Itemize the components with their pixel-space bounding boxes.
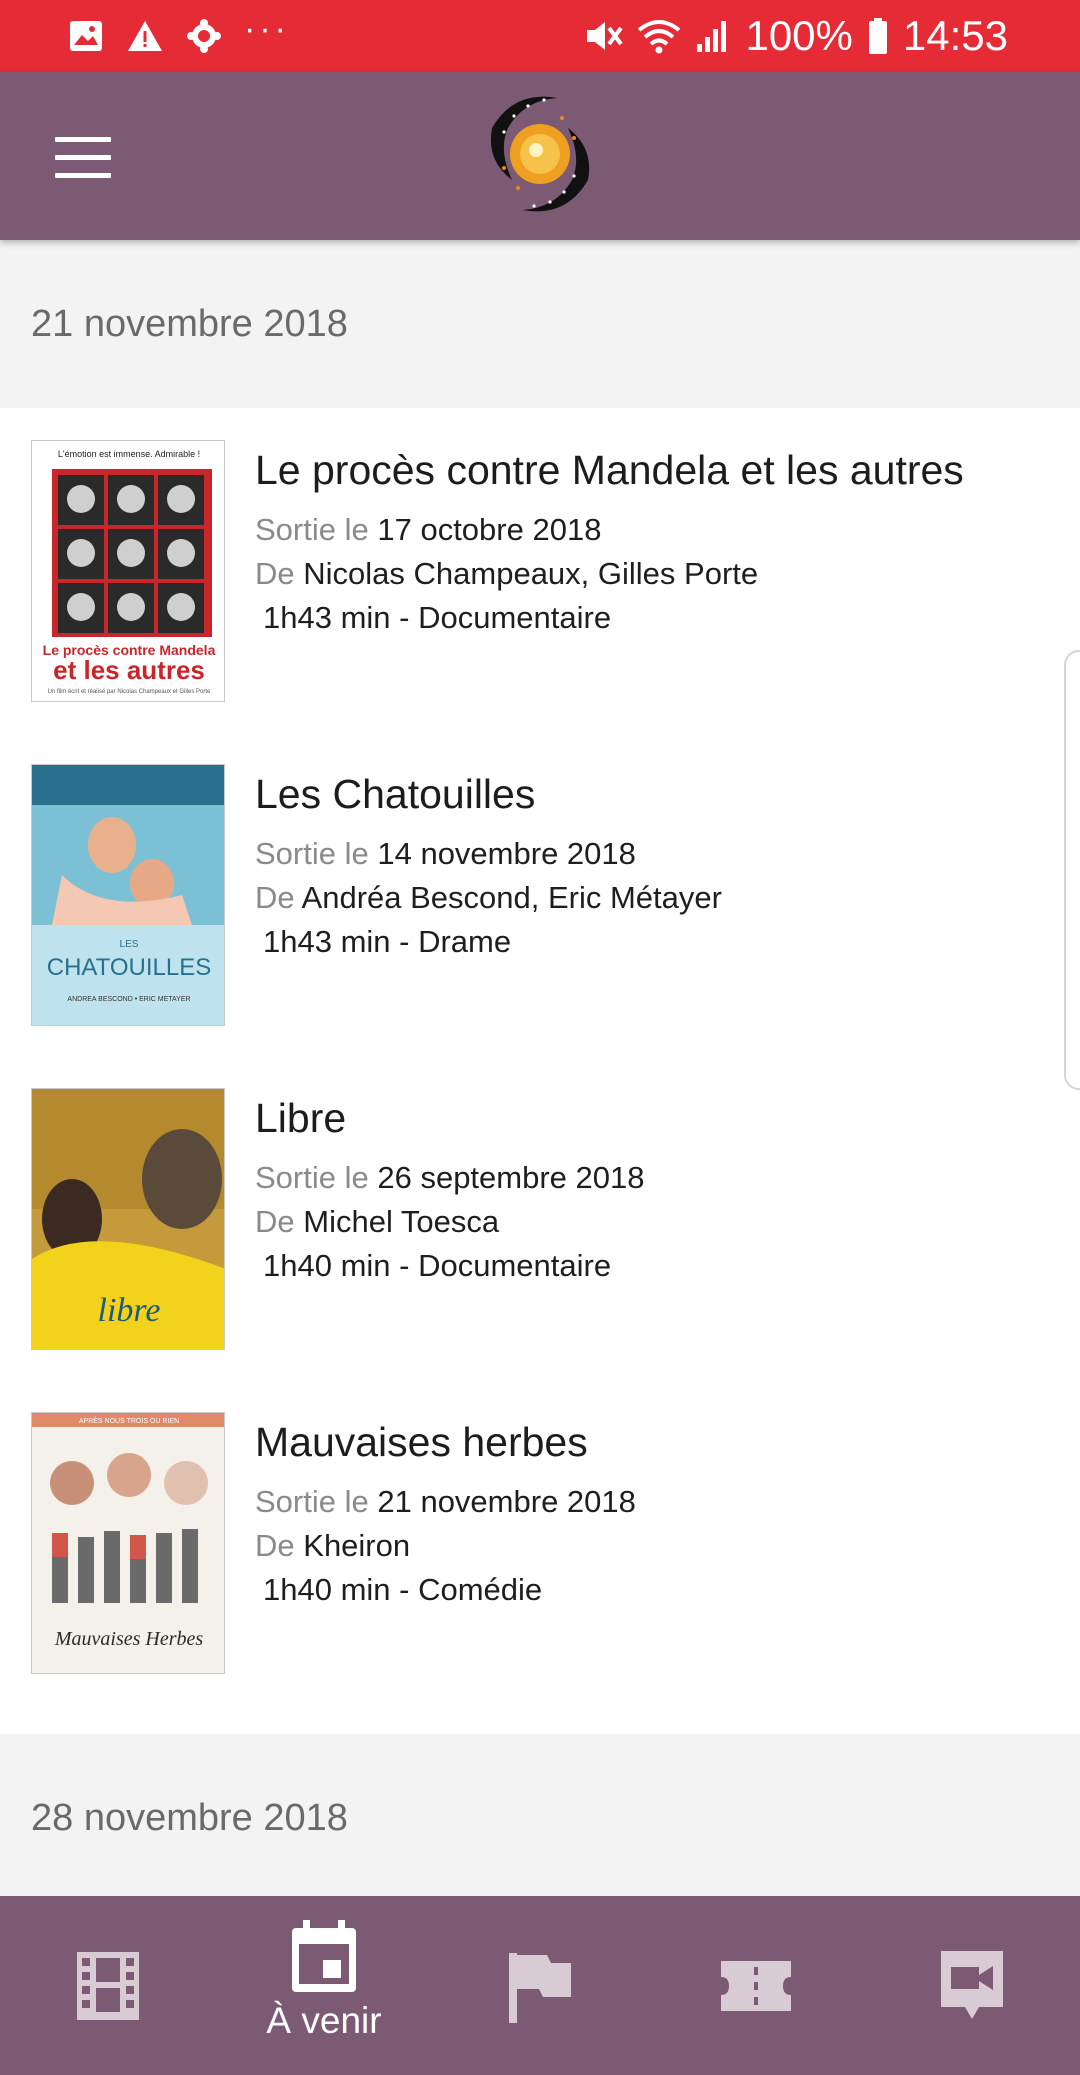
movie-duration-genre: 1h40 min - Comédie	[263, 1572, 543, 1607]
movie-item-mauvaises-herbes[interactable]: APRÈS NOUS TROIS OU RIEN Mauvaises Herbe…	[0, 1382, 1080, 1706]
directors-label: De	[255, 556, 295, 591]
menu-button[interactable]	[40, 122, 126, 192]
movie-list: L'émotion est immense. Admirable ! Le pr…	[0, 408, 1080, 1734]
app-bar	[0, 72, 1080, 240]
signal-icon	[695, 18, 731, 54]
movie-info: Mauvaises herbes Sortie le 21 novembre 2…	[255, 1416, 1060, 1612]
movie-info: Libre Sortie le 26 septembre 2018 De Mic…	[255, 1092, 1060, 1288]
release-date: 26 septembre 2018	[377, 1160, 645, 1195]
movie-item-mandela[interactable]: L'émotion est immense. Admirable ! Le pr…	[0, 410, 1080, 734]
date-header: 21 novembre 2018	[0, 240, 1080, 408]
warning-icon	[126, 19, 164, 53]
poster-credit: ANDREA BESCOND • ERIC METAYER	[67, 996, 190, 1003]
poster-title: libre	[98, 1292, 161, 1329]
scroll-handle[interactable]	[1064, 650, 1080, 1090]
movie-title: Libre	[255, 1095, 347, 1141]
release-label: Sortie le	[255, 836, 369, 871]
release-label: Sortie le	[255, 512, 369, 547]
movie-title: Le procès contre Mandela et les autres	[255, 447, 964, 493]
image-notification-icon	[68, 19, 104, 53]
nav-upcoming[interactable]: À venir	[216, 1886, 432, 2075]
directors: Michel Toesca	[303, 1204, 500, 1239]
movie-title: Mauvaises herbes	[255, 1419, 588, 1465]
section-date: 28 novembre 2018	[31, 1796, 348, 1839]
cinema-logo	[474, 88, 606, 220]
movie-poster: L'émotion est immense. Admirable ! Le pr…	[31, 440, 225, 702]
status-bar: ··· 100% 14:53	[0, 0, 1080, 72]
poster-tagline: APRÈS NOUS TROIS OU RIEN	[79, 1416, 179, 1425]
poster-title: Mauvaises Herbes	[54, 1628, 204, 1650]
movie-item-chatouilles[interactable]: LES CHATOUILLES ANDREA BESCOND • ERIC ME…	[0, 734, 1080, 1058]
flag-icon	[509, 1952, 571, 2023]
battery-percent: 100%	[745, 12, 853, 59]
movie-poster: LES CHATOUILLES ANDREA BESCOND • ERIC ME…	[31, 764, 225, 1026]
movie-release: Sortie le 26 septembre 2018	[255, 1156, 1060, 1200]
movie-item-libre[interactable]: libre Libre Sortie le 26 septembre 2018 …	[0, 1058, 1080, 1382]
calendar-icon	[292, 1919, 356, 1992]
movie-release: Sortie le 21 novembre 2018	[255, 1480, 1060, 1524]
directors: Andréa Bescond, Eric Métayer	[301, 880, 722, 915]
nav-films[interactable]	[0, 1896, 216, 2075]
nav-upcoming-label: À venir	[266, 1999, 382, 2041]
poster-title-line2: et les autres	[53, 655, 205, 685]
release-label: Sortie le	[255, 1484, 369, 1519]
poster-credit: Un film écrit et réalisé par Nicolas Cha…	[48, 689, 211, 695]
mute-icon	[583, 18, 624, 54]
movie-release: Sortie le 17 octobre 2018	[255, 508, 1060, 552]
movie-title: Les Chatouilles	[255, 771, 536, 817]
movie-duration-genre: 1h43 min - Documentaire	[263, 600, 612, 635]
movie-directors: De Nicolas Champeaux, Gilles Porte	[255, 552, 1060, 596]
release-date: 17 octobre 2018	[377, 512, 602, 547]
poster-title-line2: CHATOUILLES	[47, 954, 212, 981]
more-notifications-icon: ···	[244, 10, 290, 48]
clock: 14:53	[902, 12, 1008, 59]
directors: Kheiron	[303, 1528, 411, 1563]
nav-tickets[interactable]	[648, 1896, 864, 2075]
movie-poster: libre	[31, 1088, 225, 1350]
settings-notification-icon	[186, 18, 222, 54]
movie-duration-genre: 1h40 min - Documentaire	[263, 1248, 612, 1283]
date-header: 28 novembre 2018	[0, 1734, 1080, 1896]
video-chat-icon	[941, 1950, 1003, 2019]
movie-directors: De Michel Toesca	[255, 1200, 1060, 1244]
nav-events[interactable]	[432, 1896, 648, 2075]
bottom-nav: À venir	[0, 1896, 1080, 2075]
section-date: 21 novembre 2018	[31, 302, 348, 345]
release-date: 14 novembre 2018	[377, 836, 636, 871]
wifi-icon	[637, 18, 681, 54]
ticket-icon	[721, 1960, 791, 2011]
release-label: Sortie le	[255, 1160, 369, 1195]
directors-label: De	[255, 1204, 295, 1239]
nav-videos[interactable]	[864, 1896, 1080, 2075]
movie-release: Sortie le 14 novembre 2018	[255, 832, 1060, 876]
movie-info: Le procès contre Mandela et les autres S…	[255, 444, 1060, 640]
movie-duration-genre: 1h43 min - Drame	[263, 924, 512, 959]
directors-label: De	[255, 880, 295, 915]
movie-directors: De Andréa Bescond, Eric Métayer	[255, 876, 1060, 920]
directors-label: De	[255, 1528, 295, 1563]
battery-icon	[867, 17, 889, 55]
poster-quote: L'émotion est immense. Admirable !	[58, 449, 200, 459]
directors: Nicolas Champeaux, Gilles Porte	[303, 556, 759, 591]
movie-directors: De Kheiron	[255, 1524, 1060, 1568]
movie-info: Les Chatouilles Sortie le 14 novembre 20…	[255, 768, 1060, 964]
upcoming-list[interactable]: 21 novembre 2018 L'émotion est immense. …	[0, 240, 1080, 1896]
poster-title-line1: LES	[120, 939, 139, 950]
release-date: 21 novembre 2018	[377, 1484, 636, 1519]
movie-poster: APRÈS NOUS TROIS OU RIEN Mauvaises Herbe…	[31, 1412, 225, 1674]
film-icon	[77, 1951, 139, 2020]
